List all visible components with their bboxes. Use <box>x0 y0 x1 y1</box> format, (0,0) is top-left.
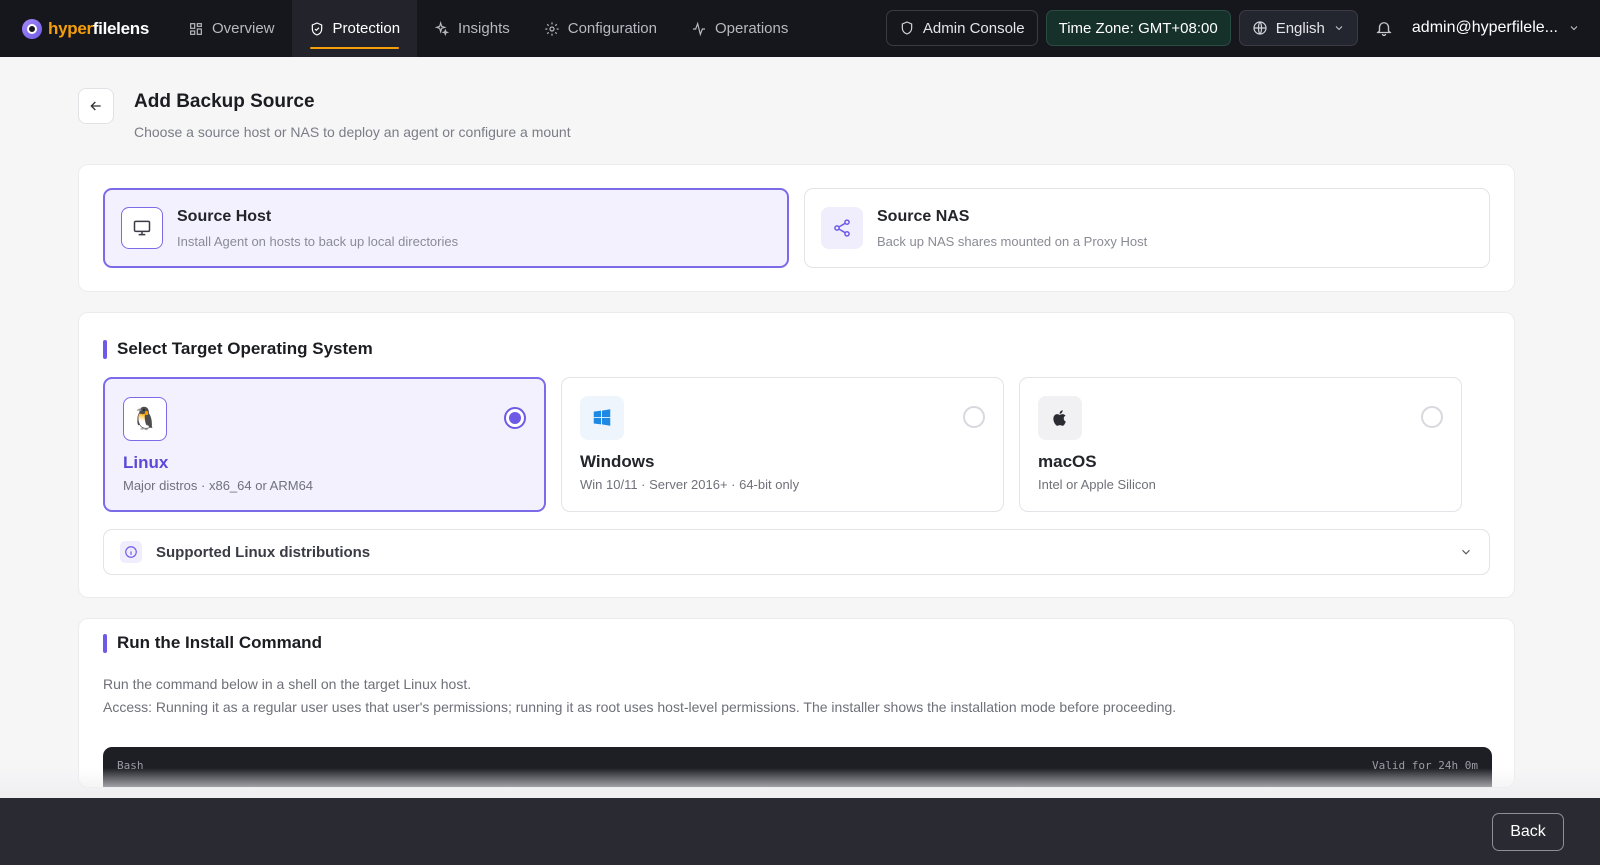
os-name: macOS <box>1038 452 1097 471</box>
share-icon <box>821 207 863 249</box>
gear-icon <box>545 21 559 36</box>
nav-item-label: Insights <box>458 20 510 37</box>
distributions-label: Supported Linux distributions <box>156 543 371 561</box>
nav-item-label: Operations <box>714 20 789 37</box>
info-icon <box>120 541 142 563</box>
page-title: Add Backup Source <box>134 91 315 112</box>
macos-radio[interactable] <box>1421 406 1443 428</box>
os-name: Linux <box>123 453 169 472</box>
nav-item-label: Configuration <box>567 20 657 37</box>
notifications-button[interactable] <box>1366 10 1402 46</box>
logo-text-part2: filelens <box>92 18 149 38</box>
nav-item-label: Protection <box>332 20 401 37</box>
supported-distributions-toggle[interactable]: Supported Linux distributions <box>103 529 1490 575</box>
user-menu[interactable]: admin@hyperfilele... <box>1410 19 1580 37</box>
chevron-down-icon <box>1570 26 1578 31</box>
os-selection-card: Select Target Operating System 🐧 Linux M… <box>78 312 1515 598</box>
source-nas-desc: Back up NAS shares mounted on a Proxy Ho… <box>877 233 1148 249</box>
windows-icon <box>580 396 624 440</box>
logo[interactable]: hyperfilelens <box>22 18 149 39</box>
shield-icon <box>311 21 322 36</box>
arrow-left-icon <box>90 101 101 111</box>
source-host-title: Source Host <box>177 207 272 225</box>
install-desc-line2: Access: Running it as a regular user use… <box>103 699 1177 715</box>
nav-item-operations[interactable]: Operations <box>674 0 805 57</box>
globe-icon <box>1253 21 1267 35</box>
language-select[interactable]: English <box>1238 10 1358 46</box>
back-button[interactable]: Back <box>1492 813 1564 851</box>
shield-icon <box>901 21 913 35</box>
chevron-down-icon <box>1459 545 1473 564</box>
source-nas-option[interactable]: Source NAS Back up NAS shares mounted on… <box>804 188 1490 268</box>
admin-console-label: Admin Console <box>922 19 1025 37</box>
sparkles-icon <box>434 20 450 36</box>
bottom-fade <box>0 768 1600 798</box>
page-subtitle: Choose a source host or NAS to deploy an… <box>134 124 571 140</box>
os-option-macos[interactable]: macOS Intel or Apple Silicon <box>1019 377 1462 512</box>
source-type-card: Source Host Install Agent on hosts to ba… <box>78 164 1515 292</box>
monitor-icon <box>121 207 163 249</box>
install-command-card: Run the Install Command Run the command … <box>78 618 1515 788</box>
nav-item-overview[interactable]: Overview <box>171 0 292 57</box>
nav-item-configuration[interactable]: Configuration <box>527 0 674 57</box>
source-nas-title: Source NAS <box>877 207 970 225</box>
timezone-label: Time Zone: GMT+08:00 <box>1058 19 1218 37</box>
bell-icon <box>1376 22 1392 37</box>
top-nav: hyperfilelens Overview Protection Insigh… <box>0 0 1600 57</box>
os-desc: Intel or Apple Silicon <box>1038 477 1156 492</box>
timezone-button[interactable]: Time Zone: GMT+08:00 <box>1045 10 1231 46</box>
nav-item-label: Overview <box>211 20 275 37</box>
nav-right: Admin Console Time Zone: GMT+08:00 Engli… <box>885 10 1580 46</box>
linux-radio[interactable] <box>504 407 526 429</box>
os-name: Windows <box>580 452 655 471</box>
logo-icon <box>22 18 42 39</box>
chevron-down-icon <box>1335 26 1343 31</box>
footer-bar: Back <box>0 798 1600 865</box>
os-desc: Major distros · x86_64 or ARM64 <box>123 478 314 493</box>
linux-tux-icon: 🐧 <box>123 397 167 441</box>
windows-radio[interactable] <box>963 406 985 428</box>
os-desc: Win 10/11 · Server 2016+ · 64-bit only <box>580 477 800 492</box>
os-section-title: Select Target Operating System <box>103 339 373 359</box>
nav-item-protection[interactable]: Protection <box>291 0 418 57</box>
activity-icon <box>692 21 705 36</box>
source-host-option[interactable]: Source Host Install Agent on hosts to ba… <box>103 188 789 268</box>
grid-icon <box>190 22 202 35</box>
source-host-desc: Install Agent on hosts to back up local … <box>177 233 459 249</box>
os-option-windows[interactable]: Windows Win 10/11 · Server 2016+ · 64-bi… <box>561 377 1004 512</box>
language-label: English <box>1275 19 1325 37</box>
nav-item-insights[interactable]: Insights <box>417 0 527 57</box>
install-desc-line1: Run the command below in a shell on the … <box>103 676 472 692</box>
back-arrow-button[interactable] <box>78 88 114 124</box>
os-option-linux[interactable]: 🐧 Linux Major distros · x86_64 or ARM64 <box>103 377 546 512</box>
logo-text-part1: hyper <box>48 18 93 38</box>
user-email: admin@hyperfilele... <box>1411 19 1558 36</box>
apple-icon <box>1038 396 1082 440</box>
admin-console-button[interactable]: Admin Console <box>885 10 1038 46</box>
install-section-title: Run the Install Command <box>103 633 322 653</box>
